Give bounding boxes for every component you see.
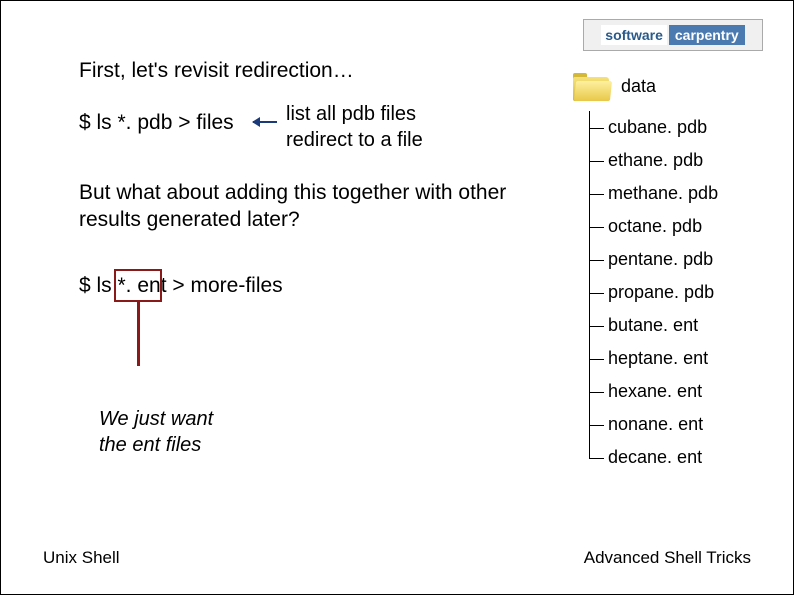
- highlight-stem: [137, 302, 140, 366]
- tree-file: cubane. pdb: [608, 111, 718, 144]
- callout-1-line1: list all pdb files: [286, 101, 423, 127]
- tree-file: pentane. pdb: [608, 243, 718, 276]
- callout-2: We just want the ent files: [99, 406, 213, 458]
- logo-word2: carpentry: [669, 25, 745, 45]
- file-tree: data cubane. pdb ethane. pdb methane. pd…: [573, 71, 718, 474]
- logo: software carpentry: [583, 19, 763, 51]
- command-2: $ ls *. ent > more-files: [79, 274, 283, 298]
- callout-2-line2: the ent files: [99, 432, 213, 458]
- slide-heading: First, let's revisit redirection…: [79, 59, 559, 83]
- folder-icon: [573, 71, 611, 101]
- footer-left: Unix Shell: [43, 548, 120, 568]
- command-1: $ ls *. pdb > files: [79, 111, 234, 135]
- tree-file: heptane. ent: [608, 342, 718, 375]
- logo-word1: software: [601, 25, 667, 45]
- tree-file: butane. ent: [608, 309, 718, 342]
- callout-2-line1: We just want: [99, 406, 213, 432]
- tree-file: decane. ent: [608, 441, 718, 474]
- tree-file: nonane. ent: [608, 408, 718, 441]
- callout-1-line2: redirect to a file: [286, 127, 423, 153]
- body-text: But what about adding this together with…: [79, 179, 549, 234]
- tree-file: methane. pdb: [608, 177, 718, 210]
- tree-file: hexane. ent: [608, 375, 718, 408]
- tree-files: cubane. pdb ethane. pdb methane. pdb oct…: [589, 111, 718, 474]
- tree-file: propane. pdb: [608, 276, 718, 309]
- tree-file: octane. pdb: [608, 210, 718, 243]
- footer-right: Advanced Shell Tricks: [584, 548, 751, 568]
- arrow-left-icon: [253, 121, 277, 123]
- tree-file: ethane. pdb: [608, 144, 718, 177]
- highlight-box: [114, 269, 162, 302]
- folder-row: data: [573, 71, 718, 101]
- callout-1: list all pdb files redirect to a file: [286, 101, 423, 153]
- folder-label: data: [621, 76, 656, 97]
